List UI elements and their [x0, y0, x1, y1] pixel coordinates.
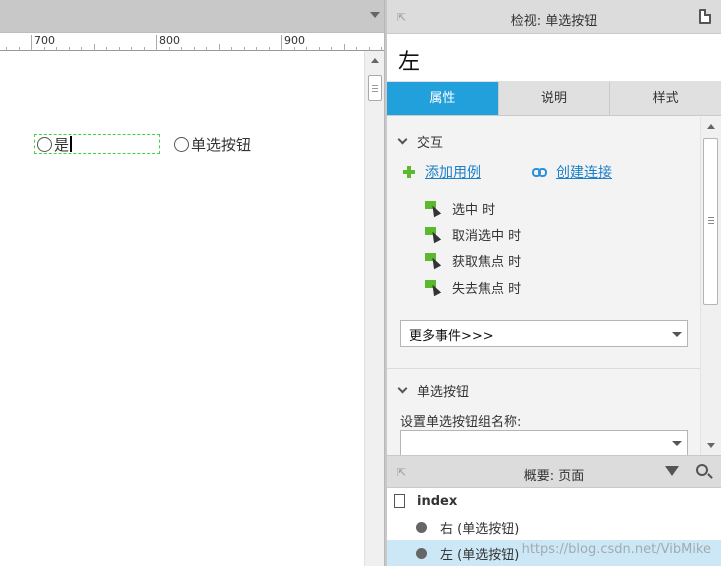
- interaction-section-header[interactable]: 交互: [397, 132, 444, 151]
- more-events-label: 更多事件>>>: [409, 329, 494, 344]
- event-item-unselected[interactable]: 取消选中 时: [425, 225, 521, 244]
- radio-right-label[interactable]: 单选按钮: [191, 134, 251, 155]
- page-icon: [394, 494, 405, 508]
- event-cursor-icon: [425, 279, 442, 296]
- event-item-selected[interactable]: 选中 时: [425, 199, 495, 218]
- design-canvas[interactable]: 是 单选按钮: [0, 51, 364, 566]
- ruler-label-700: 700: [34, 34, 55, 47]
- create-link-label[interactable]: 创建连接: [556, 162, 612, 182]
- scroll-down-arrow-icon[interactable]: [707, 443, 715, 448]
- tab-properties[interactable]: 属性: [387, 82, 499, 115]
- add-case-link[interactable]: 添加用例: [403, 162, 481, 182]
- group-name-dropdown[interactable]: [400, 430, 688, 455]
- radio-widget-right[interactable]: 单选按钮: [172, 134, 251, 154]
- more-events-dropdown[interactable]: 更多事件>>>: [400, 320, 688, 347]
- section-divider: [387, 368, 700, 369]
- chain-link-icon: [532, 167, 548, 177]
- ruler-ticks: [0, 35, 386, 51]
- create-link-link[interactable]: 创建连接: [532, 162, 612, 182]
- outline-panel: ⇱ 概要: 页面 index 右 (单选按钮) 左 (单选按钮) https:/…: [387, 455, 721, 566]
- inspector-title: 检视: 单选按钮: [510, 14, 598, 29]
- radio-widget-left[interactable]: 是: [34, 134, 160, 154]
- group-name-label: 设置单选按钮组名称:: [400, 415, 522, 430]
- radio-section-header[interactable]: 单选按钮: [397, 381, 470, 400]
- event-label[interactable]: 失去焦点 时: [452, 278, 521, 297]
- tab-notes[interactable]: 说明: [499, 82, 611, 115]
- radio-left-label[interactable]: 是: [54, 134, 69, 155]
- plus-icon: [403, 166, 415, 178]
- scroll-up-arrow-icon[interactable]: [707, 124, 715, 129]
- chevron-down-icon[interactable]: [397, 134, 408, 145]
- widget-bullet-icon: [416, 521, 427, 533]
- tab-dropdown-icon[interactable]: [370, 12, 380, 18]
- filter-icon[interactable]: [665, 466, 679, 476]
- scrollbar-thumb[interactable]: [703, 138, 718, 305]
- scroll-up-arrow-icon[interactable]: [371, 58, 379, 63]
- tree-item-right-radio[interactable]: 右 (单选按钮): [387, 514, 721, 540]
- inspector-tabs: 属性 说明 样式: [387, 82, 721, 116]
- scrollbar-thumb[interactable]: [368, 75, 382, 101]
- event-label[interactable]: 获取焦点 时: [452, 251, 521, 270]
- watermark-text: https://blog.csdn.net/VibMike: [521, 542, 711, 557]
- ruler-label-800: 800: [159, 34, 180, 47]
- outline-header: ⇱ 概要: 页面: [387, 456, 721, 488]
- canvas-vertical-scrollbar[interactable]: [364, 51, 384, 566]
- event-label[interactable]: 取消选中 时: [452, 225, 521, 244]
- radio-circle-icon[interactable]: [37, 136, 52, 152]
- inspector-body: 交互 添加用例 创建连接 选中 时 取消选中 时 获取焦点 时 失去焦点 时 更…: [387, 117, 700, 455]
- tree-item-label[interactable]: 右 (单选按钮): [440, 518, 519, 537]
- inspector-scrollbar[interactable]: [700, 117, 721, 455]
- event-cursor-icon: [425, 226, 442, 243]
- canvas-area: 700 800 900 是 单选按钮: [0, 0, 386, 566]
- app-window: 700 800 900 是 单选按钮 ⇱ 检视: 单选按钮 左 属性 说明 样式…: [0, 0, 721, 566]
- radio-section-title: 单选按钮: [417, 385, 470, 400]
- inspector-panel: ⇱ 检视: 单选按钮 左 属性 说明 样式 交互 添加用例 创建连接 选中 时 …: [387, 0, 721, 455]
- inspector-header: ⇱ 检视: 单选按钮: [387, 0, 721, 34]
- tree-item-label[interactable]: 左 (单选按钮): [440, 544, 519, 563]
- page-notes-icon[interactable]: [699, 9, 711, 24]
- radio-circle-icon[interactable]: [174, 136, 189, 152]
- dropdown-arrow-icon[interactable]: [672, 332, 682, 337]
- event-cursor-icon: [425, 252, 442, 269]
- chevron-down-icon[interactable]: [397, 383, 408, 394]
- page-tab-bar: [0, 0, 386, 33]
- tab-style[interactable]: 样式: [610, 82, 721, 115]
- text-caret: [70, 136, 73, 152]
- event-label[interactable]: 选中 时: [452, 199, 495, 218]
- add-case-label[interactable]: 添加用例: [425, 162, 481, 182]
- search-icon[interactable]: [696, 464, 708, 476]
- ruler-label-900: 900: [284, 34, 305, 47]
- tree-root-page[interactable]: index: [387, 488, 721, 514]
- event-cursor-icon: [425, 200, 442, 217]
- horizontal-ruler: 700 800 900: [0, 33, 386, 51]
- tree-root-label[interactable]: index: [417, 494, 457, 509]
- event-item-focus[interactable]: 获取焦点 时: [425, 251, 521, 270]
- widget-bullet-icon: [416, 547, 427, 559]
- widget-name-field[interactable]: 左: [387, 34, 721, 82]
- dropdown-arrow-icon[interactable]: [672, 441, 682, 446]
- interaction-section-title: 交互: [417, 136, 444, 151]
- event-item-blur[interactable]: 失去焦点 时: [425, 278, 521, 297]
